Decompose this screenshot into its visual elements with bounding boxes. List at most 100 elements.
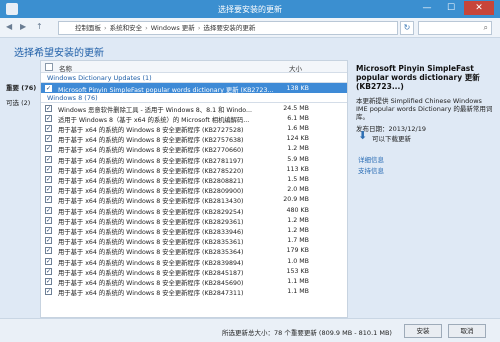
update-row[interactable]: ✓ 用于基于 x64 的系统的 Windows 8 安全更新程序 (KB28293… [41, 215, 347, 226]
group-title: Windows Dictionary Updates (1) [47, 74, 152, 82]
update-name: 用于基于 x64 的系统的 Windows 8 安全更新程序 (KB284569… [58, 279, 244, 287]
update-name: 用于基于 x64 的系统的 Windows 8 安全更新程序 (KB275763… [58, 137, 244, 145]
cancel-button[interactable]: 取消 [448, 324, 486, 338]
update-row[interactable]: ✓ 用于基于 x64 的系统的 Windows 8 安全更新程序 (KB27706… [41, 144, 347, 154]
update-size: 24.5 MB [283, 104, 309, 112]
update-row[interactable]: ✓ 用于基于 x64 的系统的 Windows 8 安全更新程序 (KB28473… [41, 287, 347, 297]
update-row[interactable]: ✓ 适用于 Windows 8（基于 x64 的系统）的 Microsoft 相机… [41, 113, 347, 124]
support-link[interactable]: 支持信息 [358, 165, 384, 175]
up-button[interactable]: ↑ [36, 22, 46, 32]
update-name: 用于基于 x64 的系统的 Windows 8 安全更新程序 (KB280882… [58, 178, 244, 185]
category-pane: 重要 (76) 可选 (2) [0, 60, 40, 318]
update-size: 1.0 MB [287, 257, 309, 265]
update-name: 用于基于 x64 的系统的 Windows 8 安全更新程序 (KB280990… [58, 188, 244, 196]
update-checkbox[interactable]: ✓ [45, 125, 52, 133]
update-row[interactable]: ✓ Windows 恶意软件删除工具 - 适用于 Windows 8、8.1 和 … [41, 103, 347, 114]
update-name: 用于基于 x64 的系统的 Windows 8 安全更新程序 (KB278119… [58, 157, 244, 165]
update-name: 用于基于 x64 的系统的 Windows 8 安全更新程序 (KB284518… [58, 269, 244, 277]
minimize-button[interactable]: — [416, 1, 438, 15]
details-link[interactable]: 详细信息 [358, 154, 384, 164]
back-button[interactable]: ◀ [6, 22, 16, 32]
forward-button[interactable]: ▶ [20, 22, 30, 32]
update-checkbox[interactable]: ✓ [45, 257, 52, 265]
update-size: 1.1 MB [287, 288, 309, 296]
update-row[interactable]: ✓ 用于基于 x64 的系统的 Windows 8 安全更新程序 (KB28353… [41, 246, 347, 256]
update-row[interactable]: ✓ 用于基于 x64 的系统的 Windows 8 安全更新程序 (KB28451… [41, 266, 347, 277]
update-checkbox[interactable]: ✓ [45, 267, 52, 275]
page-title: 选择希望安装的更新 [14, 48, 104, 59]
update-checkbox[interactable]: ✓ [45, 104, 52, 112]
close-button[interactable]: ✕ [464, 1, 494, 15]
maximize-button[interactable]: ☐ [440, 1, 462, 15]
update-row[interactable]: ✓ 用于基于 x64 的系统的 Windows 8 安全更新程序 (KB28088… [41, 175, 347, 185]
update-row[interactable]: ✓ 用于基于 x64 的系统的 Windows 8 安全更新程序 (KB28456… [41, 276, 347, 287]
update-size: 1.6 MB [287, 125, 309, 133]
update-checkbox[interactable]: ✓ [45, 114, 52, 122]
update-row[interactable]: ✓ 用于基于 x64 的系统的 Windows 8 安全更新程序 (KB27275… [41, 124, 347, 134]
update-size: 1.2 MB [287, 226, 309, 234]
breadcrumb-item[interactable]: Windows 更新 [151, 24, 195, 32]
update-name: 用于基于 x64 的系统的 Windows 8 安全更新程序 (KB283536… [58, 249, 244, 257]
update-checkbox[interactable]: ✓ [45, 186, 52, 194]
update-size: 2.0 MB [287, 186, 309, 194]
update-checkbox[interactable]: ✓ [45, 206, 52, 214]
update-row[interactable]: ✓ 用于基于 x64 的系统的 Windows 8 安全更新程序 (KB28353… [41, 236, 347, 246]
update-checkbox[interactable]: ✓ [45, 196, 52, 204]
download-arrow-icon: ⬇ [358, 129, 368, 142]
update-row[interactable]: ✓ 用于基于 x64 的系统的 Windows 8 安全更新程序 (KB28339… [41, 225, 347, 236]
breadcrumb-item[interactable]: 系统和安全 [110, 24, 143, 32]
update-name: 用于基于 x64 的系统的 Windows 8 安全更新程序 (KB277066… [58, 147, 244, 155]
update-name: 用于基于 x64 的系统的 Windows 8 安全更新程序 (KB283536… [58, 239, 244, 247]
breadcrumb-item[interactable]: 控制面板 [75, 24, 101, 32]
update-size: 5.9 MB [287, 155, 309, 163]
update-checkbox[interactable]: ✓ [45, 247, 52, 255]
update-size: 1.1 MB [287, 277, 309, 285]
update-row[interactable]: ✓ 用于基于 x64 的系统的 Windows 8 安全更新程序 (KB28398… [41, 256, 347, 267]
column-name-header[interactable]: 名称 [59, 63, 72, 73]
search-input[interactable]: ⌕ [418, 21, 492, 35]
update-row[interactable]: ✓ 用于基于 x64 的系统的 Windows 8 安全更新程序 (KB28292… [41, 205, 347, 216]
update-checkbox[interactable]: ✓ [45, 277, 52, 285]
update-row[interactable]: ✓ 用于基于 x64 的系统的 Windows 8 安全更新程序 (KB28134… [41, 195, 347, 205]
update-size: 1.5 MB [287, 176, 309, 183]
update-row[interactable]: ✓ 用于基于 x64 的系统的 Windows 8 安全更新程序 (KB27576… [41, 134, 347, 144]
update-row[interactable]: ✓ Microsoft Pinyin SimpleFast popular wor… [41, 83, 347, 94]
update-checkbox[interactable]: ✓ [45, 84, 52, 92]
update-row[interactable]: ✓ 用于基于 x64 的系统的 Windows 8 安全更新程序 (KB28099… [41, 185, 347, 195]
title-bar: 选择要安装的更新 — ☐ ✕ [0, 0, 500, 18]
update-checkbox[interactable]: ✓ [45, 155, 52, 163]
update-size: 113 KB [286, 165, 309, 173]
update-checkbox[interactable]: ✓ [45, 226, 52, 234]
update-size: 179 KB [286, 247, 309, 255]
selection-summary: 所选更新总大小：78 个重要更新 (809.9 MB - 810.1 MB) [222, 329, 392, 337]
update-row[interactable]: ✓ 用于基于 x64 的系统的 Windows 8 安全更新程序 (KB27811… [41, 154, 347, 165]
update-checkbox[interactable]: ✓ [45, 165, 52, 173]
group-header[interactable]: Windows 8 (76) [41, 93, 347, 104]
breadcrumb[interactable]: 控制面板 › 系统和安全 › Windows 更新 › 选择要安装的更新 [58, 21, 398, 35]
details-description: 本更新提供 Simplified Chinese Windows IME pop… [356, 97, 493, 121]
details-title: Microsoft Pinyin SimpleFast popular word… [356, 64, 480, 91]
update-checkbox[interactable]: ✓ [45, 237, 52, 245]
update-checkbox[interactable]: ✓ [45, 145, 52, 153]
update-size: 480 KB [286, 206, 309, 214]
details-pane: Microsoft Pinyin SimpleFast popular word… [356, 64, 494, 318]
update-name: 用于基于 x64 的系统的 Windows 8 安全更新程序 (KB272752… [58, 127, 244, 135]
column-size-header[interactable]: 大小 [289, 63, 302, 73]
group-header[interactable]: Windows Dictionary Updates (1) [41, 73, 347, 83]
tab-optional[interactable]: 可选 (2) [6, 97, 30, 107]
refresh-button[interactable]: ↻ [400, 21, 414, 35]
tab-important[interactable]: 重要 (76) [6, 82, 36, 92]
update-checkbox[interactable]: ✓ [45, 216, 52, 224]
update-row[interactable]: ✓ 用于基于 x64 的系统的 Windows 8 安全更新程序 (KB27852… [41, 164, 347, 175]
install-button[interactable]: 安装 [404, 324, 442, 338]
update-size: 20.9 MB [283, 196, 309, 204]
select-all-checkbox[interactable] [45, 63, 53, 71]
breadcrumb-item[interactable]: 选择要安装的更新 [203, 24, 255, 32]
update-checkbox[interactable]: ✓ [45, 176, 52, 183]
update-checkbox[interactable]: ✓ [45, 135, 52, 143]
update-checkbox[interactable]: ✓ [45, 288, 52, 296]
update-size: 124 KB [286, 135, 309, 143]
update-size: 1.7 MB [287, 237, 309, 245]
update-name: Microsoft Pinyin SimpleFast popular word… [58, 86, 274, 94]
footer-bar: 所选更新总大小：78 个重要更新 (809.9 MB - 810.1 MB) 安… [0, 318, 500, 342]
